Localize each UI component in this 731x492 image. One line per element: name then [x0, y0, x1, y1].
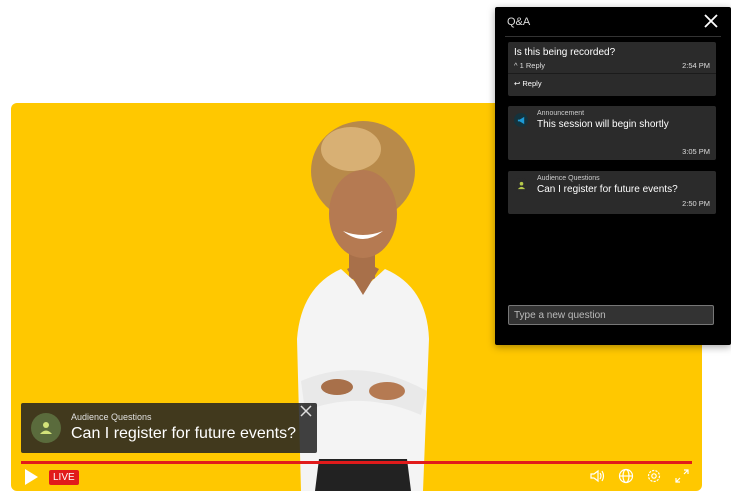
qa-panel: Q&A Is this being recorded? ^ 1 Reply 2:… — [495, 7, 731, 345]
reply-count-toggle[interactable]: ^ 1 Reply — [514, 61, 545, 70]
question-time: 2:54 PM — [682, 61, 710, 70]
qa-title: Q&A — [507, 16, 531, 28]
volume-icon[interactable] — [588, 467, 606, 485]
chevron-up-icon: ^ — [514, 61, 518, 70]
announcement-type: Announcement — [537, 110, 585, 117]
audience-question-time: 2:50 PM — [682, 199, 710, 208]
announcement-card: Announcement This session will begin sho… — [508, 106, 716, 160]
fullscreen-icon[interactable] — [673, 467, 691, 485]
user-icon — [514, 178, 528, 192]
reply-count-label: 1 Reply — [519, 61, 546, 70]
player-controls: LIVE — [11, 463, 702, 491]
audience-question-card: Audience Questions Can I register for fu… — [508, 171, 716, 214]
user-avatar-icon — [31, 413, 61, 443]
announcement-message: This session will begin shortly — [537, 119, 669, 130]
reply-button-label: Reply — [522, 79, 542, 88]
question-card[interactable]: Is this being recorded? ^ 1 Reply 2:54 P… — [508, 42, 716, 96]
new-question-input[interactable] — [508, 305, 714, 325]
card-divider — [508, 73, 716, 74]
globe-icon[interactable] — [617, 467, 635, 485]
play-icon[interactable] — [25, 469, 38, 485]
caption-close-icon[interactable] — [299, 405, 313, 419]
live-badge: LIVE — [49, 470, 79, 485]
close-icon[interactable] — [703, 13, 719, 29]
settings-icon[interactable] — [645, 467, 663, 485]
qa-divider — [505, 36, 721, 37]
caption-overlay: Audience Questions Can I register for fu… — [21, 403, 317, 453]
caption-type: Audience Questions — [71, 412, 152, 422]
question-text: Is this being recorded? — [514, 47, 616, 58]
announcement-time: 3:05 PM — [682, 147, 710, 156]
megaphone-icon — [514, 113, 528, 127]
audience-question-message: Can I register for future events? — [537, 184, 678, 195]
audience-question-type: Audience Questions — [537, 175, 600, 182]
caption-text: Can I register for future events? — [71, 425, 296, 442]
reply-button[interactable]: ↩ Reply — [514, 79, 542, 88]
reply-arrow-icon: ↩ — [514, 79, 521, 88]
